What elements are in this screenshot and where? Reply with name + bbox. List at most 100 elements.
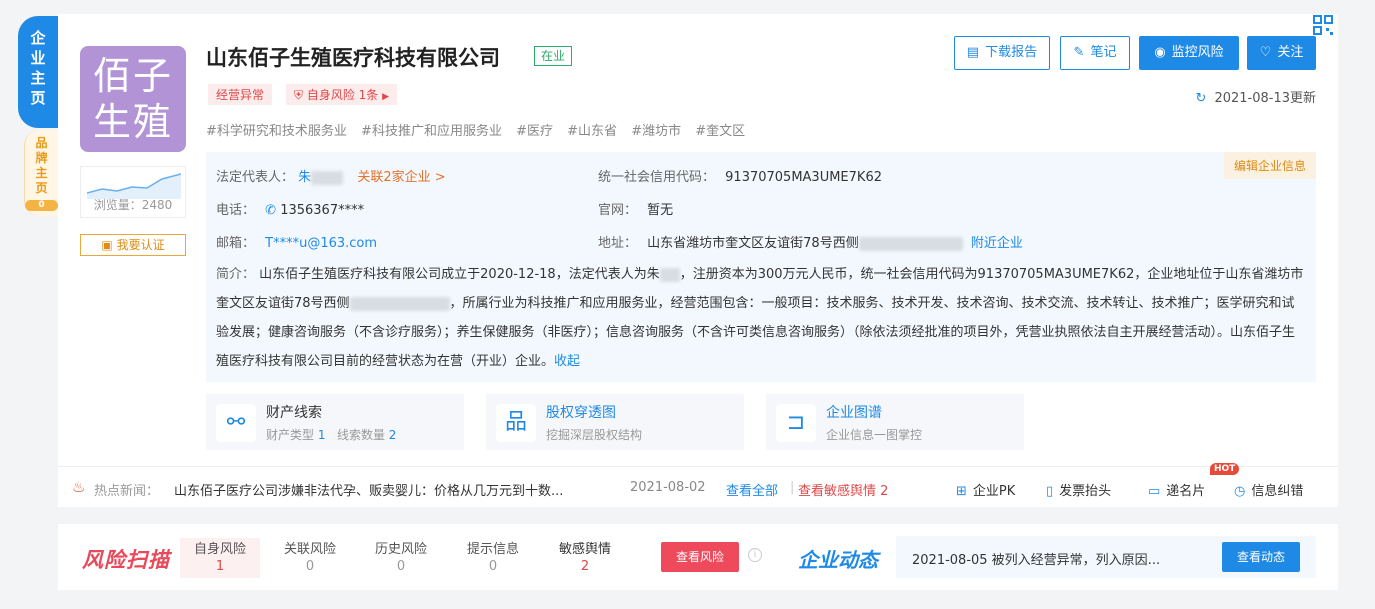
info-icon[interactable]: i (748, 548, 762, 562)
legal-rep-row: 法定代表人： 朱 关联2家企业 > (216, 166, 446, 185)
redacted-text (858, 236, 963, 251)
brand-count-badge: 0 (25, 200, 58, 211)
tool-label: 发票抬头 (1059, 484, 1112, 499)
view-risk-button[interactable]: 查看风险 (661, 542, 739, 572)
news-headline[interactable]: 山东佰子医疗公司涉嫌非法代孕、贩卖婴儿：价格从几万元到十数... (174, 480, 563, 499)
edit-icon: ✎ (1073, 45, 1085, 60)
monitor-icon: ◉ (1154, 45, 1166, 60)
note-button[interactable]: ✎ 笔记 (1060, 36, 1130, 70)
status-badge: 在业 (534, 46, 573, 66)
refresh-icon[interactable]: ↻ (1196, 91, 1207, 106)
field-label: 简介： (216, 267, 256, 282)
button-label: 下载报告 (985, 45, 1038, 60)
nearby-companies-link[interactable]: 附近企业 (971, 236, 1023, 251)
heart-icon: ♡ (1259, 45, 1272, 60)
risk-scan-logo: 风险扫描 (82, 548, 170, 572)
info-panel: 编辑企业信息 法定代表人： 朱 关联2家企业 > 统一社会信用代码： 91370… (206, 152, 1316, 382)
company-pk-tool[interactable]: ⊞ 企业PK (956, 480, 1015, 499)
industry-tag[interactable]: #山东省 (567, 124, 617, 139)
invoice-title-tool[interactable]: ▯ 发票抬头 (1046, 480, 1111, 499)
triangle-right-icon: ▶ (382, 92, 390, 102)
download-report-button[interactable]: ▤ 下载报告 (954, 36, 1050, 70)
tab-char: 业 (30, 49, 46, 67)
abnormal-tag[interactable]: 经营异常 (208, 84, 273, 105)
logo-text: 生殖 (92, 100, 173, 144)
business-card-tool[interactable]: ▭ 递名片 (1148, 480, 1205, 499)
follow-button[interactable]: ♡ 关注 (1247, 36, 1316, 70)
qrcode-icon[interactable] (1312, 14, 1336, 38)
risk-cell-hint[interactable]: 提示信息 0 (453, 538, 533, 578)
edit-info-button[interactable]: 编辑企业信息 (1223, 152, 1316, 179)
dynamic-box: 2021-08-05 被列入经营异常，列入原因... 查看动态 (896, 536, 1316, 578)
verify-label: 我要认证 (116, 238, 165, 252)
risk-cell-value: 0 (396, 559, 406, 574)
email-link[interactable]: T****u@163.com (265, 236, 377, 251)
risk-tag-label: 自身风险 1条 (306, 88, 379, 102)
website-row: 官网： 暂无 (598, 199, 673, 218)
tab-char: 主 (30, 69, 46, 87)
verify-button[interactable]: ▣ 我要认证 (80, 234, 186, 256)
field-label: 官网： (598, 203, 638, 218)
risk-cell-label: 历史风险 (374, 542, 427, 557)
info-correction-tool[interactable]: ◷ 信息纠错 (1234, 480, 1303, 499)
tab-brand-home[interactable]: 品 牌 主 页 0 (24, 130, 58, 216)
website-value: 暂无 (647, 203, 674, 218)
tab-char: 主 (35, 166, 48, 180)
divider: | (790, 480, 795, 495)
dynamic-text[interactable]: 2021-08-05 被列入经营异常，列入原因... (912, 549, 1160, 568)
risk-cell-value: 2 (580, 559, 590, 574)
link-chain-icon: ⚯ (216, 404, 256, 442)
risk-cell-label: 敏感舆情 (558, 542, 611, 557)
feature-sub: 挖掘深层股权结构 (546, 428, 643, 442)
card-icon: ▭ (1148, 484, 1161, 499)
tab-char: 企 (30, 29, 46, 47)
field-label: 电话： (216, 203, 256, 218)
risk-tag[interactable]: ⛨ 自身风险 1条 ▶ (286, 84, 398, 105)
trend-chart-icon (87, 173, 181, 199)
intro-text: 山东佰子生殖医疗科技有限公司成立于2020-12-18，法定代表人为朱 (259, 267, 660, 282)
risk-cell-label: 关联风险 (283, 542, 336, 557)
sensitive-news-link[interactable]: 查看敏感舆情 2 (798, 480, 888, 499)
risk-cell-value: 1 (215, 559, 225, 574)
clock-icon: ◷ (1234, 484, 1246, 499)
feature-sub-label: 财产类型 (266, 428, 315, 442)
risk-cell-sensitive[interactable]: 敏感舆情 2 (545, 538, 625, 578)
company-name: 山东佰子生殖医疗科技有限公司 (206, 46, 500, 70)
property-clues-card[interactable]: ⚯ 财产线索 财产类型 1 线索数量 2 (206, 394, 464, 450)
collapse-link[interactable]: 收起 (554, 354, 580, 369)
related-companies-link[interactable]: 关联2家企业 > (357, 170, 445, 185)
industry-tag[interactable]: #科技推广和应用服务业 (361, 124, 502, 139)
update-time-text: 2021-08-13更新 (1214, 91, 1316, 106)
equity-chart-card[interactable]: 品 股权穿透图 挖掘深层股权结构 (486, 394, 744, 450)
view-all-news-link[interactable]: 查看全部 (726, 480, 778, 499)
field-label: 邮箱： (216, 236, 256, 251)
feature-sub: 财产类型 1 线索数量 2 (266, 426, 396, 443)
credit-code-value: 91370705MA3UME7K62 (725, 170, 882, 185)
risk-cell-history[interactable]: 历史风险 0 (361, 538, 441, 578)
address-value: 山东省潍坊市奎文区友谊街78号西侧 (647, 236, 859, 251)
risk-cell-related[interactable]: 关联风险 0 (270, 538, 350, 578)
view-trend: 浏览量：2480 (80, 166, 186, 218)
document-icon: ▤ (966, 45, 980, 60)
industry-tag[interactable]: #科学研究和技术服务业 (206, 124, 347, 139)
risk-cell-self[interactable]: 自身风险 1 (180, 538, 260, 578)
industry-tag[interactable]: #潍坊市 (631, 124, 681, 139)
industry-tag[interactable]: #奎文区 (695, 124, 745, 139)
monitor-risk-button[interactable]: ◉ 监控风险 (1139, 36, 1239, 70)
news-label: 热点新闻： (94, 484, 160, 499)
phone-row: 电话： ✆ 1356367**** (216, 199, 364, 218)
tab-company-home[interactable]: 企 业 主 页 (18, 16, 58, 128)
view-dynamic-button[interactable]: 查看动态 (1222, 542, 1300, 572)
tab-char: 页 (35, 181, 48, 195)
phone-value: 1356367**** (280, 203, 365, 218)
credit-code-row: 统一社会信用代码： 91370705MA3UME7K62 (598, 166, 882, 185)
news-bar: ♨ 热点新闻： 山东佰子医疗公司涉嫌非法代孕、贩卖婴儿：价格从几万元到十数...… (58, 463, 1338, 507)
industry-tag[interactable]: #医疗 (516, 124, 553, 139)
redacted-text (659, 267, 680, 282)
company-graph-card[interactable]: ⊐ 企业图谱 企业信息一图掌控 (766, 394, 1024, 450)
news-date: 2021-08-02 (630, 480, 706, 495)
certificate-icon: ▣ (101, 238, 113, 252)
feature-sub-label: 线索数量 (336, 428, 385, 442)
legal-rep-link[interactable]: 朱 (298, 170, 311, 185)
fire-icon: ♨ (72, 478, 86, 496)
